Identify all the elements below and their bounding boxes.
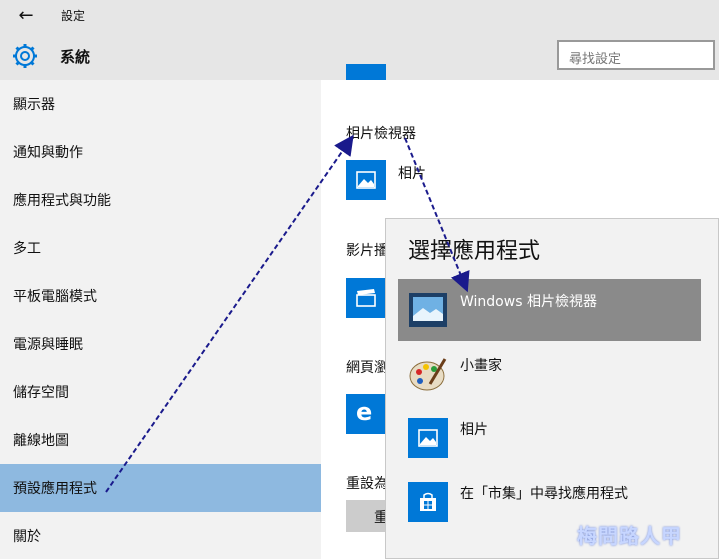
watermark: 梅問路人甲: [577, 524, 682, 548]
arrow-to-option: [404, 137, 470, 293]
arrow-to-heading: [105, 134, 354, 493]
annotation-arrows: [105, 134, 470, 493]
